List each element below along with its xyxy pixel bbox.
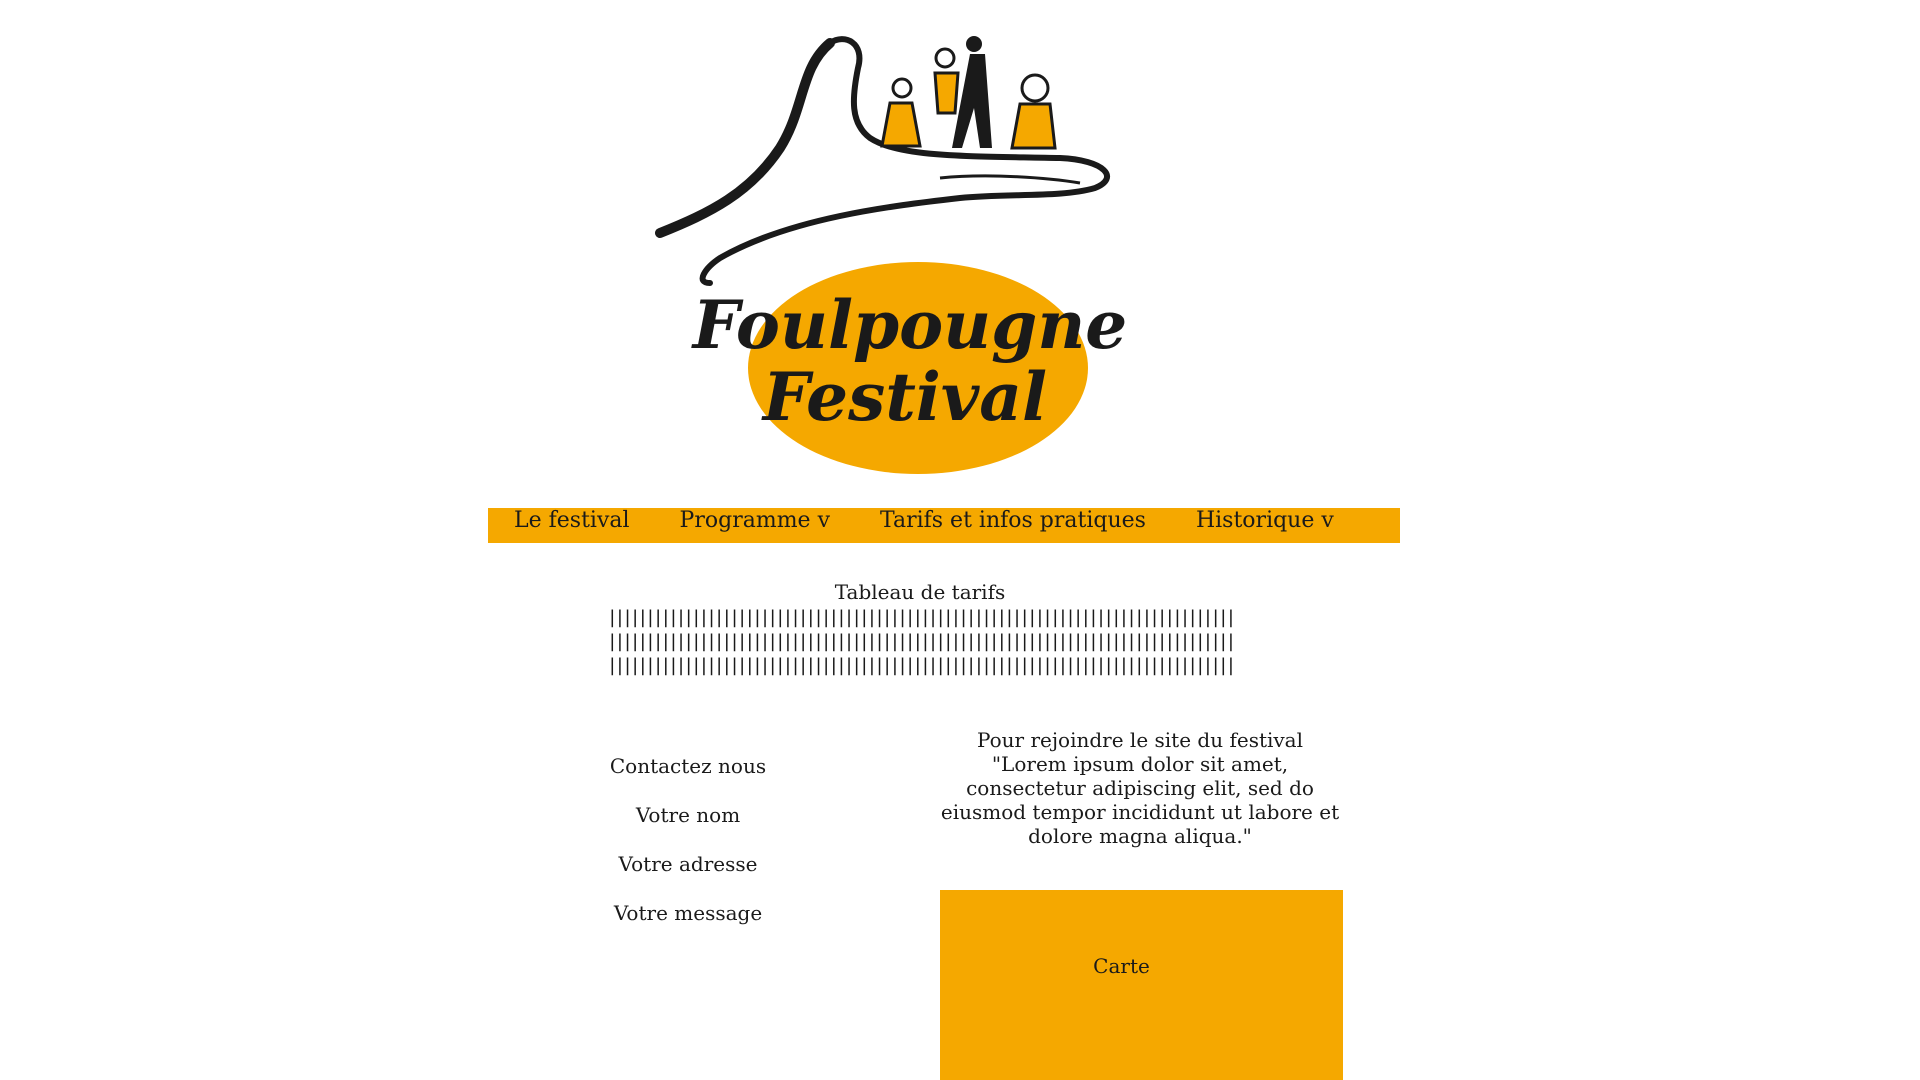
tarifs-title: Tableau de tarifs bbox=[834, 580, 1006, 604]
tarifs-row: ||||||||||||||||||||||||||||||||||||||||… bbox=[606, 655, 1236, 676]
nav-item-programme[interactable]: Programme v bbox=[680, 508, 830, 534]
nav-item-historique[interactable]: Historique v bbox=[1196, 508, 1334, 534]
message-field-label[interactable]: Votre message bbox=[560, 899, 816, 927]
directions-info: Pour rejoindre le site du festival "Lore… bbox=[940, 728, 1340, 848]
dancers-icon bbox=[880, 36, 1057, 150]
address-field-label[interactable]: Votre adresse bbox=[560, 850, 816, 878]
festival-logo-graphic: Foulpougne Festival bbox=[655, 36, 1128, 474]
map-label: Carte bbox=[1093, 954, 1150, 978]
main-nav: Le festival Programme v Tarifs et infos … bbox=[488, 508, 1400, 543]
nav-item-tarifs[interactable]: Tarifs et infos pratiques bbox=[880, 508, 1146, 534]
map-box[interactable]: Carte bbox=[940, 890, 1343, 1080]
logo-line2: Festival bbox=[761, 358, 1047, 436]
nav-item-le-festival[interactable]: Le festival bbox=[514, 508, 630, 534]
tarifs-row: ||||||||||||||||||||||||||||||||||||||||… bbox=[606, 607, 1236, 628]
name-field-label[interactable]: Votre nom bbox=[560, 801, 816, 829]
festival-logo: Foulpougne Festival bbox=[640, 28, 1180, 478]
contact-title: Contactez nous bbox=[609, 754, 767, 778]
logo-line1: Foulpougne bbox=[691, 286, 1128, 364]
tarifs-row: ||||||||||||||||||||||||||||||||||||||||… bbox=[606, 631, 1236, 652]
directions-heading: Pour rejoindre le site du festival bbox=[976, 728, 1304, 752]
contact-form: Contactez nous Votre nom Votre adresse V… bbox=[560, 752, 816, 948]
tarifs-table: Tableau de tarifs ||||||||||||||||||||||… bbox=[560, 578, 1280, 678]
directions-text: "Lorem ipsum dolor sit amet, consectetur… bbox=[940, 752, 1340, 848]
